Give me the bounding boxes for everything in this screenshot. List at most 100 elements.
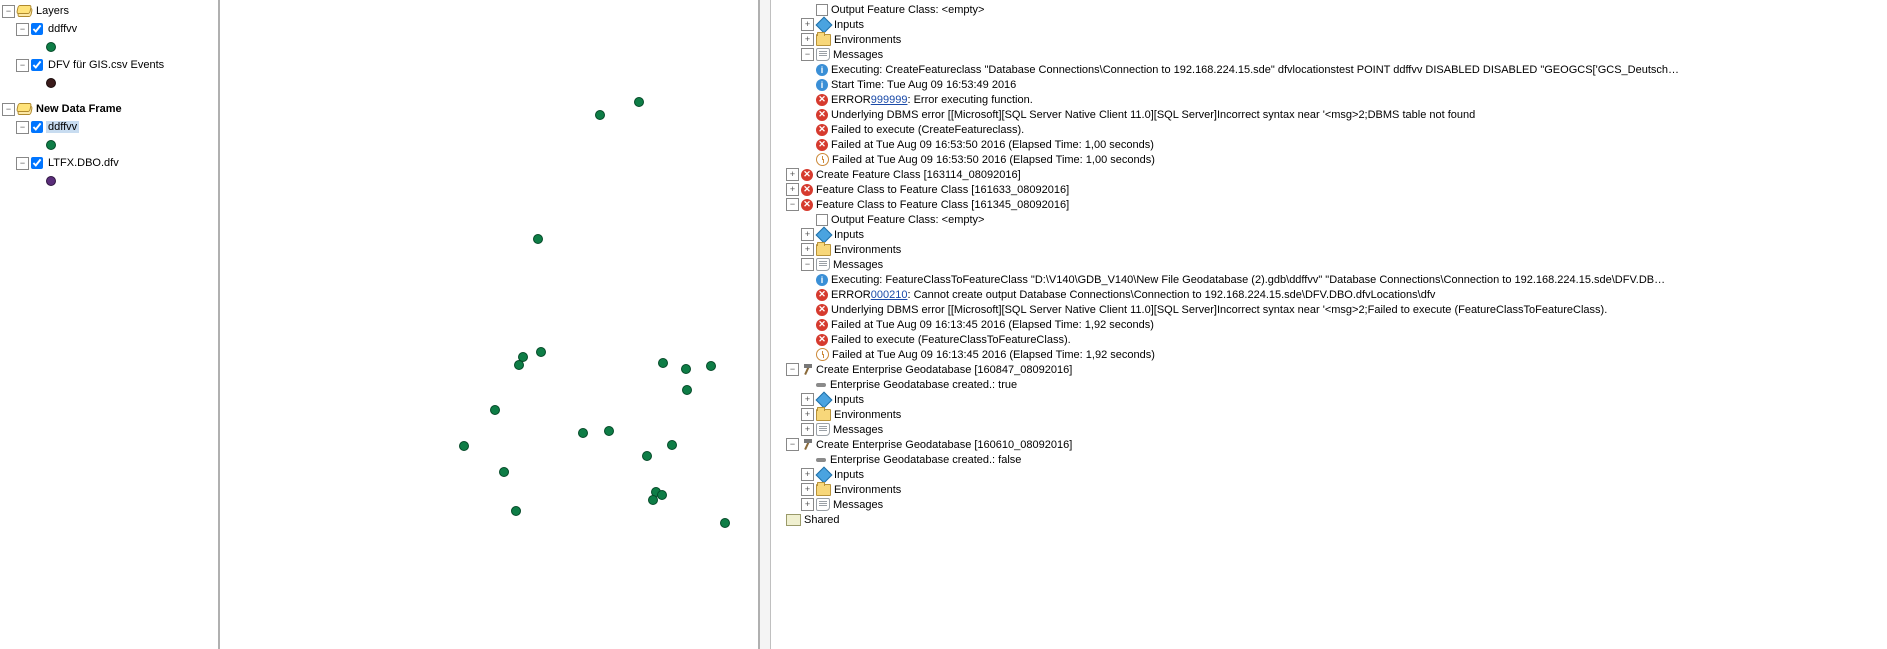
result-shared[interactable]: Shared	[771, 512, 1887, 527]
toc-dataframe-new[interactable]: − New Data Frame	[2, 100, 218, 118]
inputs-icon	[816, 226, 833, 243]
layer-label: DFV für GIS.csv Events	[46, 59, 166, 71]
toc-symbol	[2, 74, 218, 92]
map-point[interactable]	[533, 234, 543, 244]
result-environments[interactable]: + Environments	[771, 242, 1887, 257]
result-environments[interactable]: + Environments	[771, 482, 1887, 497]
msg-failed-at-clock: Failed at Tue Aug 09 16:13:45 2016 (Elap…	[771, 347, 1887, 362]
toc-layer-dfvcsv[interactable]: − DFV für GIS.csv Events	[2, 56, 218, 74]
result-label: Output Feature Class: <empty>	[831, 214, 984, 226]
toc-layer-ddffvv[interactable]: − ddffvv	[2, 20, 218, 38]
expander-icon[interactable]: −	[786, 198, 799, 211]
map-point[interactable]	[511, 506, 521, 516]
map-point[interactable]	[648, 495, 658, 505]
layer-visibility-checkbox[interactable]	[31, 23, 43, 35]
expander-icon[interactable]: −	[16, 121, 29, 134]
expander-icon[interactable]: −	[2, 5, 15, 18]
map-point[interactable]	[604, 426, 614, 436]
result-create-feature-class[interactable]: + ✕ Create Feature Class [163114_0809201…	[771, 167, 1887, 182]
expander-icon[interactable]: +	[801, 33, 814, 46]
result-inputs[interactable]: + Inputs	[771, 227, 1887, 242]
expander-icon[interactable]: +	[801, 468, 814, 481]
map-point[interactable]	[667, 440, 677, 450]
toc-layer-ltfx[interactable]: − LTFX.DBO.dfv	[2, 154, 218, 172]
error-icon: ✕	[801, 169, 813, 181]
map-point[interactable]	[706, 361, 716, 371]
clock-icon	[816, 348, 829, 361]
msg-text: Underlying DBMS error [[Microsoft][SQL S…	[831, 304, 1607, 316]
msg-text: Failed at Tue Aug 09 16:53:50 2016 (Elap…	[832, 154, 1155, 166]
layer-label: LTFX.DBO.dfv	[46, 157, 121, 169]
msg-text: Failed at Tue Aug 09 16:13:45 2016 (Elap…	[832, 349, 1155, 361]
expander-icon[interactable]: +	[786, 168, 799, 181]
map-point[interactable]	[578, 428, 588, 438]
info-icon: i	[816, 79, 828, 91]
map-point[interactable]	[634, 97, 644, 107]
layer-visibility-checkbox[interactable]	[31, 157, 43, 169]
map-point[interactable]	[682, 385, 692, 395]
result-output-fc[interactable]: Output Feature Class: <empty>	[771, 212, 1887, 227]
map-point[interactable]	[642, 451, 652, 461]
expander-icon[interactable]: −	[801, 48, 814, 61]
layer-visibility-checkbox[interactable]	[31, 121, 43, 133]
expander-icon[interactable]: +	[801, 243, 814, 256]
result-environments[interactable]: + Environments	[771, 32, 1887, 47]
expander-icon[interactable]: +	[801, 393, 814, 406]
expander-icon[interactable]: −	[801, 258, 814, 271]
map-canvas[interactable]	[220, 0, 760, 649]
map-point[interactable]	[499, 467, 509, 477]
map-point[interactable]	[536, 347, 546, 357]
toc-root[interactable]: − Layers	[2, 2, 218, 20]
expander-icon[interactable]: +	[801, 228, 814, 241]
inputs-icon	[816, 391, 833, 408]
expander-icon[interactable]: +	[786, 183, 799, 196]
map-point[interactable]	[720, 518, 730, 528]
msg-failed-at: ✕ Failed at Tue Aug 09 16:13:45 2016 (El…	[771, 317, 1887, 332]
map-point[interactable]	[681, 364, 691, 374]
map-point[interactable]	[514, 360, 524, 370]
map-point[interactable]	[490, 405, 500, 415]
error-icon: ✕	[816, 304, 828, 316]
expander-icon[interactable]: −	[16, 23, 29, 36]
error-code-link[interactable]: 000210	[871, 289, 908, 301]
result-fc2fc-a[interactable]: + ✕ Feature Class to Feature Class [1616…	[771, 182, 1887, 197]
result-environments[interactable]: + Environments	[771, 407, 1887, 422]
result-messages[interactable]: − Messages	[771, 47, 1887, 62]
error-icon: ✕	[801, 199, 813, 211]
expander-icon[interactable]: +	[801, 18, 814, 31]
map-point[interactable]	[595, 110, 605, 120]
result-output-fc[interactable]: Output Feature Class: <empty>	[771, 2, 1887, 17]
result-messages[interactable]: − Messages	[771, 257, 1887, 272]
result-create-ent-gdb-1[interactable]: − Create Enterprise Geodatabase [160847_…	[771, 362, 1887, 377]
expander-icon[interactable]: +	[801, 498, 814, 511]
result-inputs[interactable]: + Inputs	[771, 467, 1887, 482]
result-messages[interactable]: + Messages	[771, 422, 1887, 437]
expander-icon[interactable]: +	[801, 483, 814, 496]
map-point[interactable]	[658, 358, 668, 368]
expander-icon[interactable]: −	[2, 103, 15, 116]
expander-icon[interactable]: −	[786, 438, 799, 451]
msg-text: Failed at Tue Aug 09 16:13:45 2016 (Elap…	[831, 319, 1154, 331]
toc-layer-ddffvv-2[interactable]: − ddffvv	[2, 118, 218, 136]
result-fc2fc-b[interactable]: − ✕ Feature Class to Feature Class [1613…	[771, 197, 1887, 212]
panel-divider[interactable]	[760, 0, 771, 649]
result-inputs[interactable]: + Inputs	[771, 17, 1887, 32]
result-create-ent-gdb-2[interactable]: − Create Enterprise Geodatabase [160610_…	[771, 437, 1887, 452]
result-inputs[interactable]: + Inputs	[771, 392, 1887, 407]
expander-icon[interactable]: −	[16, 59, 29, 72]
result-messages[interactable]: + Messages	[771, 497, 1887, 512]
map-point[interactable]	[657, 490, 667, 500]
result-label: Messages	[833, 499, 883, 511]
messages-icon	[816, 48, 830, 61]
expander-icon[interactable]: −	[16, 157, 29, 170]
result-label: Enterprise Geodatabase created.: false	[830, 454, 1021, 466]
error-code-link[interactable]: 999999	[871, 94, 908, 106]
layer-visibility-checkbox[interactable]	[31, 59, 43, 71]
expander-icon[interactable]: +	[801, 408, 814, 421]
expander-icon[interactable]: −	[786, 363, 799, 376]
expander-icon[interactable]: +	[801, 423, 814, 436]
msg-error-000210: ✕ ERROR 000210: Cannot create output Dat…	[771, 287, 1887, 302]
error-icon: ✕	[816, 334, 828, 346]
map-point[interactable]	[459, 441, 469, 451]
toc-symbol	[2, 136, 218, 154]
